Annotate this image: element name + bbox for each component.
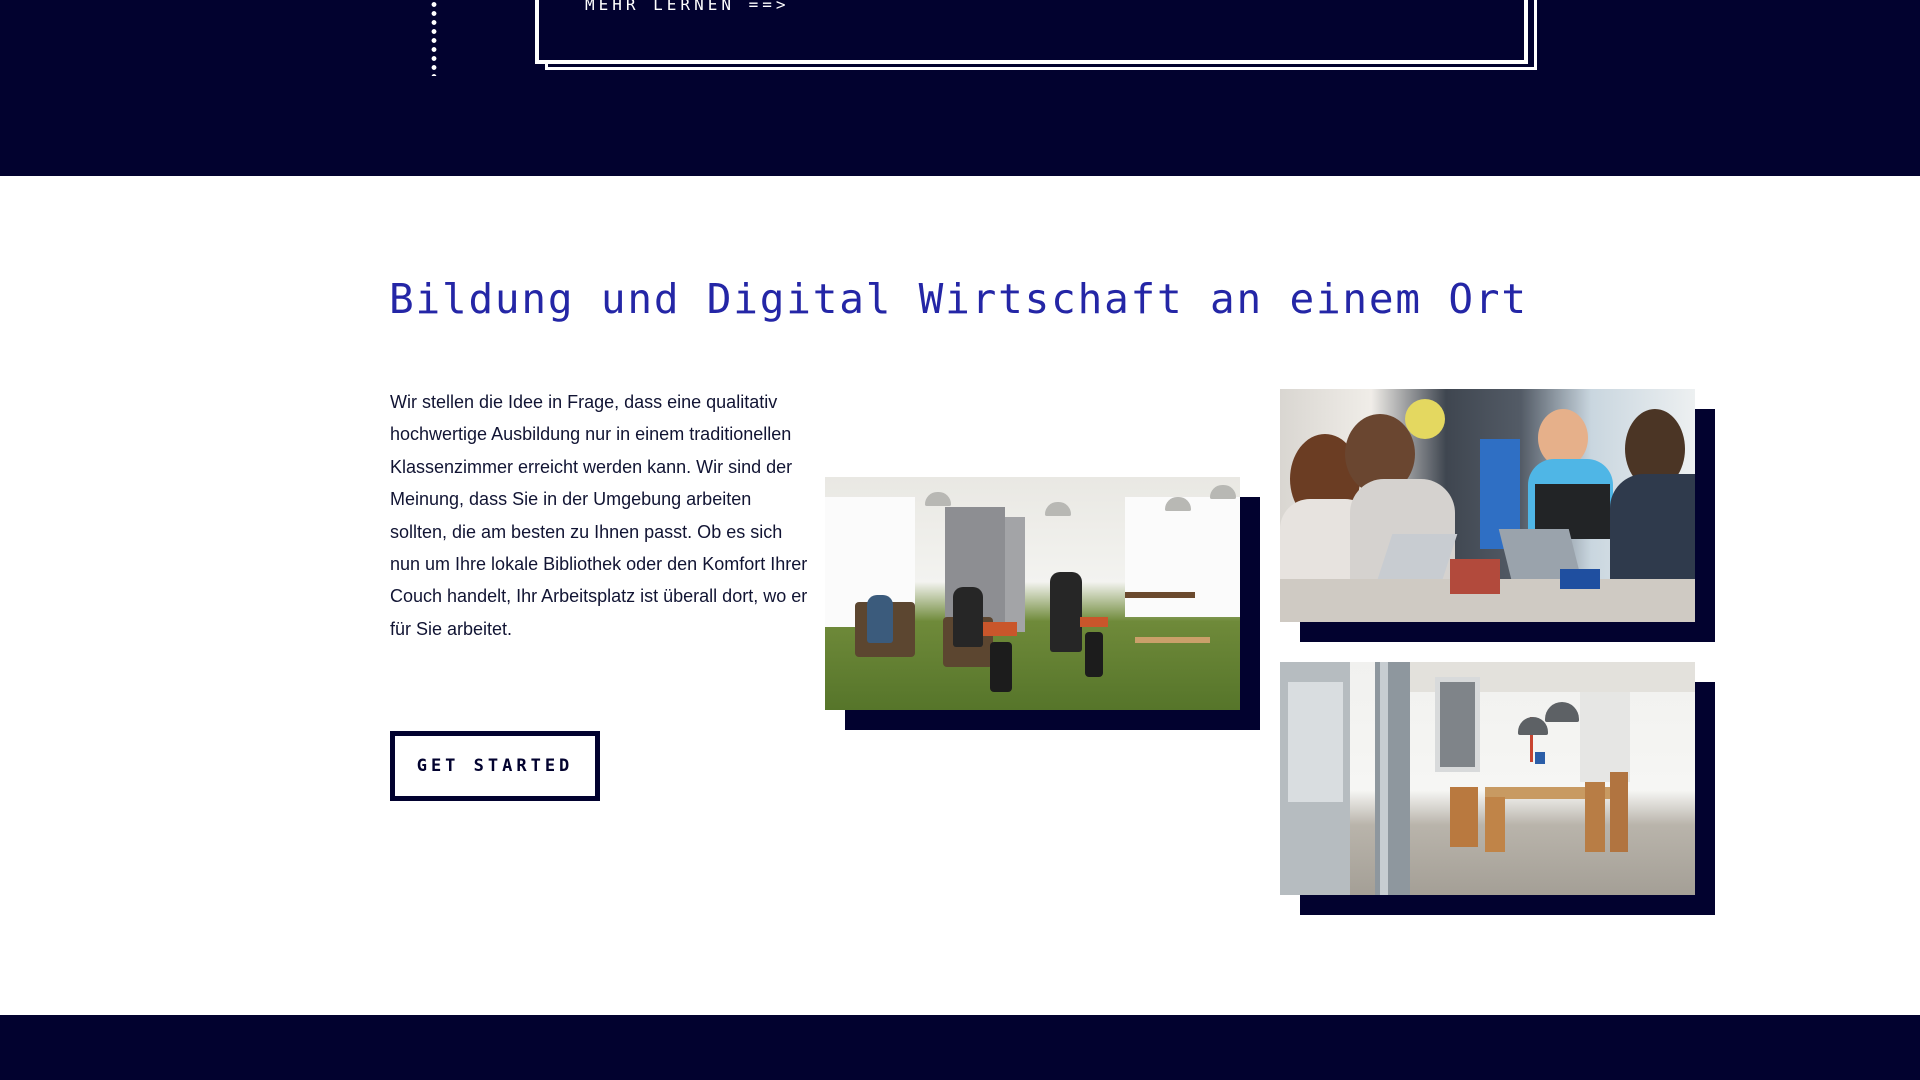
meeting-room-photo — [1280, 662, 1695, 895]
top-section: MEHR LERNEN ==> — [0, 0, 1920, 176]
lounge-photo — [825, 477, 1240, 710]
dotted-divider — [431, 0, 437, 76]
mehr-lernen-link[interactable]: MEHR LERNEN ==> — [585, 0, 790, 15]
team-photo — [1280, 389, 1695, 622]
intro-paragraph: Wir stellen die Idee in Frage, dass eine… — [390, 392, 808, 639]
footer-band — [0, 1015, 1920, 1080]
section-heading: Bildung und Digital Wirtschaft an einem … — [389, 275, 1528, 323]
get-started-button[interactable]: GET STARTED — [390, 731, 600, 801]
